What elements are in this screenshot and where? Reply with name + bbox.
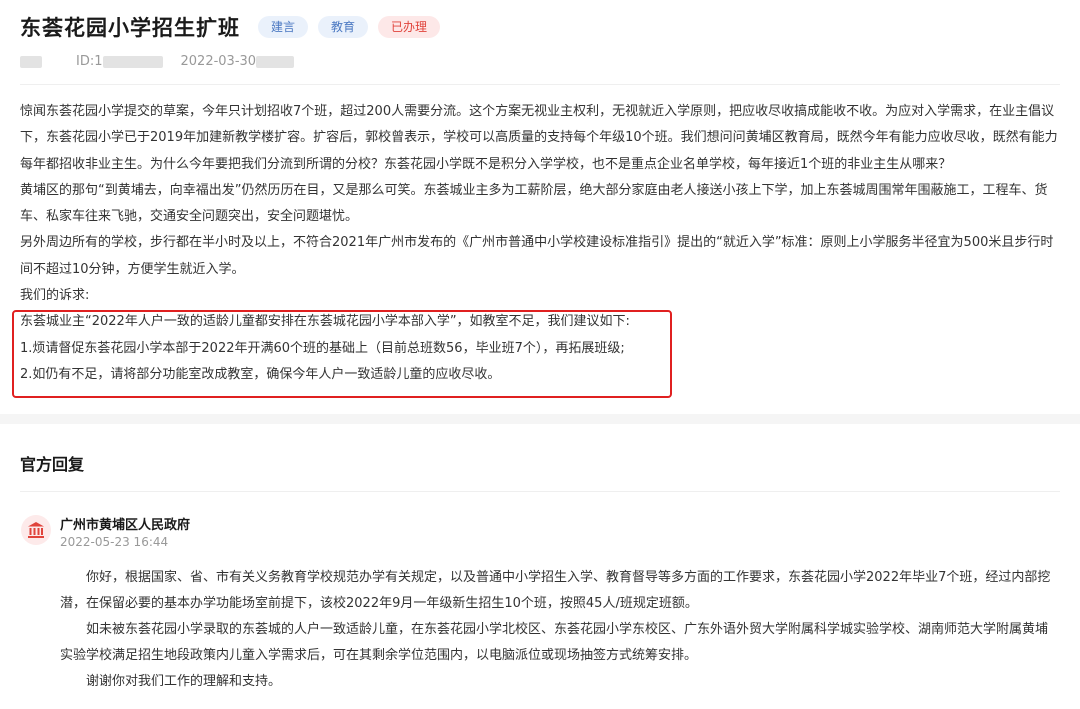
body-paragraph: 我们的诉求: <box>20 288 90 304</box>
highlight-box <box>12 310 672 398</box>
body-paragraph: 黄埔区的那句“到黄埔去，向幸福出发”仍然历历在目，又是那么可笑。东荟城业主多为工… <box>20 182 1048 225</box>
reply-paragraph: 如未被东荟花园小学录取的东荟城的人户一致适龄儿童，在东荟花园小学北校区、东荟花园… <box>60 622 1049 663</box>
page-title: 东荟花园小学招生扩班 <box>20 16 240 40</box>
body-paragraph: 惊闻东荟花园小学提交的草案，今年只计划招收7个班，超过200人需要分流。这个方案… <box>20 104 1058 172</box>
meta-row: ID:1 2022-03-30 <box>20 54 295 69</box>
reply-org-name[interactable]: 广州市黄埔区人民政府 <box>60 514 190 533</box>
section-separator <box>0 414 1080 424</box>
reply-section-title: 官方回复 <box>20 455 85 474</box>
reply-timestamp: 2022-05-23 16:44 <box>60 535 169 549</box>
header-divider <box>20 84 1060 85</box>
status-badge: 已办理 <box>378 16 441 38</box>
government-building-icon <box>28 522 44 538</box>
reply-divider <box>20 491 1060 492</box>
redacted-time <box>256 55 295 68</box>
title-row: 东荟花园小学招生扩班 建言 教育 已办理 <box>20 12 450 42</box>
avatar <box>21 515 51 545</box>
tag-category[interactable]: 建言 <box>258 16 309 38</box>
post-id: ID:1 <box>76 54 103 69</box>
reply-body: 你好，根据国家、省、市有关义务教育学校规范办学有关规定，以及普通中小学招生入学、… <box>60 565 1060 695</box>
reply-paragraph: 谢谢你对我们工作的理解和支持。 <box>86 674 282 689</box>
post-date: 2022-03-30 <box>180 54 257 69</box>
body-paragraph: 另外周边所有的学校，步行都在半小时及以上，不符合2021年广州市发布的《广州市普… <box>20 235 1054 277</box>
redacted-id <box>102 55 163 68</box>
redacted-author <box>20 55 42 68</box>
tag-topic[interactable]: 教育 <box>318 16 369 38</box>
reply-paragraph: 你好，根据国家、省、市有关义务教育学校规范办学有关规定，以及普通中小学招生入学、… <box>60 570 1051 611</box>
